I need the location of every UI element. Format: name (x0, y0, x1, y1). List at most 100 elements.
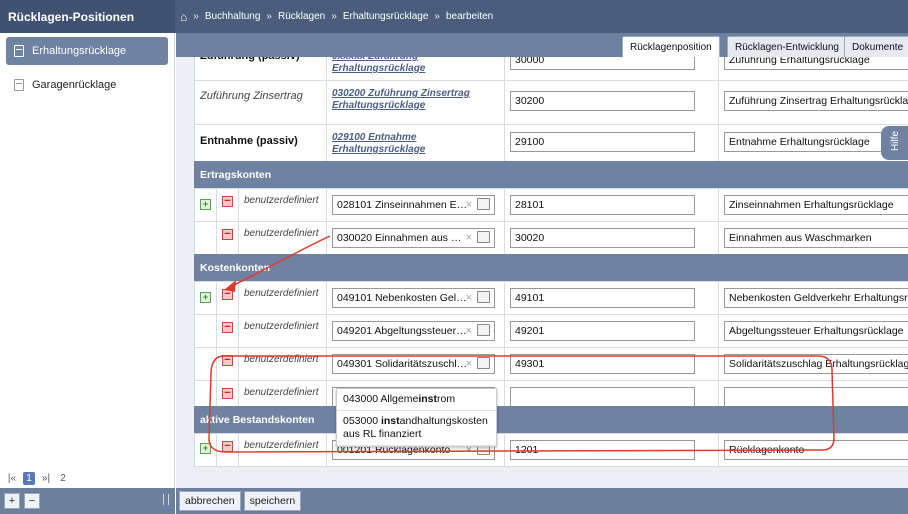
section-header-kostenkonten: Kostenkonten (194, 254, 908, 281)
tab-ruecklagen-entwicklung[interactable]: Rücklagen-Entwicklung (727, 36, 847, 57)
row-type: benutzerdefiniert (238, 433, 327, 467)
table-row: Zuführung Zinsertrag 030200 Zuführung Zi… (194, 80, 908, 125)
remove-item-button[interactable]: − (24, 493, 40, 509)
account-number-field[interactable]: 49301 (510, 354, 695, 374)
pager-page-1[interactable]: 1 (23, 471, 35, 485)
account-name-field[interactable]: Abgeltungssteuer Erhaltungsrücklage (724, 321, 908, 341)
home-icon[interactable]: ⌂ (180, 10, 187, 24)
sidebar-item-erhaltungsruecklage[interactable]: Erhaltungsrücklage (6, 37, 168, 65)
pager-last-button[interactable]: »| (40, 472, 52, 485)
tab-dokumente[interactable]: Dokumente (844, 36, 908, 57)
minus-icon[interactable]: − (222, 355, 233, 366)
account-number-field[interactable]: 49101 (510, 288, 695, 308)
add-item-button[interactable]: + (4, 493, 20, 509)
breadcrumb-separator: » (266, 11, 272, 22)
lookup-icon[interactable] (477, 231, 490, 243)
autocomplete-dropdown: 043000 Allgemeinstrom 053000 instandhalt… (336, 388, 497, 447)
account-number-field[interactable]: 30000 (510, 57, 695, 70)
bestandskonten-table: + − benutzerdefiniert 001201 Rücklagenko… (194, 433, 908, 467)
suggestion-item[interactable]: 053000 instandhaltungskosten aus RL fina… (337, 411, 496, 446)
document-icon (14, 79, 24, 91)
sidebar-item-label: Erhaltungsrücklage (32, 45, 127, 57)
account-name-field[interactable] (724, 387, 908, 407)
sidebar-footer: + − (0, 488, 175, 514)
pager-page-2[interactable]: 2 (57, 472, 69, 485)
account-link[interactable]: 029100 Entnahme Erhaltungsrücklage (332, 132, 425, 155)
table-row: + − benutzerdefiniert 001201 Rücklagenko… (194, 433, 908, 467)
tab-bar: Rücklagenposition Rücklagen-Entwicklung … (176, 33, 908, 57)
account-number-field[interactable]: 30200 (510, 91, 695, 111)
account-name-field[interactable]: Einnahmen aus Waschmarken (724, 228, 908, 248)
resize-handle[interactable] (163, 494, 169, 505)
suggestion-item[interactable]: 043000 Allgemeinstrom (337, 389, 496, 411)
table-row: − benutzerdefiniert 030020 Einnahmen aus… (194, 221, 908, 255)
breadcrumb-separator: » (331, 11, 337, 22)
suggestion-text: 043000 Allgeme (343, 393, 419, 405)
pager-first-button[interactable]: |« (6, 472, 18, 485)
breadcrumb-item-buchhaltung[interactable]: Buchhaltung (205, 11, 261, 22)
tab-ruecklagenposition[interactable]: Rücklagenposition (622, 36, 720, 57)
minus-icon[interactable]: − (222, 322, 233, 333)
clear-icon[interactable]: × (466, 292, 472, 304)
breadcrumb-item-erhaltungsruecklage[interactable]: Erhaltungsrücklage (343, 11, 429, 22)
breadcrumb-item-ruecklagen[interactable]: Rücklagen (278, 11, 325, 22)
sidebar-item-garagenruecklage[interactable]: Garagenrücklage (0, 71, 174, 99)
row-type: benutzerdefiniert (238, 221, 327, 255)
account-number-field[interactable] (510, 387, 695, 407)
ertragskonten-table: + − benutzerdefiniert 028101 Zinseinnahm… (194, 188, 908, 255)
account-select-value: 030020 Einnahmen aus … (337, 232, 462, 244)
plus-icon[interactable]: + (200, 199, 211, 210)
lookup-icon[interactable] (477, 324, 490, 336)
save-button[interactable]: speichern (243, 491, 302, 511)
clear-icon[interactable]: × (466, 325, 472, 337)
account-select[interactable]: 028101 Zinseinnahmen E… × (332, 195, 495, 215)
sidebar-pager: |« 1 »| 2 (0, 468, 175, 488)
row-label: Zuführung (passiv) (194, 57, 327, 81)
account-number-field[interactable]: 29100 (510, 132, 695, 152)
clear-icon[interactable]: × (466, 199, 472, 211)
suggestion-text: rom (436, 393, 456, 405)
account-name-field[interactable]: Zuführung Zinsertrag Erhaltungsrücklage (724, 91, 908, 111)
lookup-icon[interactable] (477, 198, 490, 210)
sidebar-item-label: Garagenrücklage (32, 79, 117, 91)
breadcrumb-separator: » (193, 11, 199, 22)
account-number-field[interactable]: 1201 (510, 440, 695, 460)
action-bar: abbrechen speichern (176, 488, 908, 514)
account-name-field[interactable]: Nebenkosten Geldverkehr Erhaltungsrückla… (724, 288, 908, 308)
account-select[interactable]: 030020 Einnahmen aus … × (332, 228, 495, 248)
clear-icon[interactable]: × (466, 232, 472, 244)
account-link[interactable]: 030200 Zuführung Zinsertrag Erhaltungsrü… (332, 88, 470, 111)
table-row: Zuführung (passiv) 0xxxxx Zuführung Erha… (194, 57, 908, 81)
minus-icon[interactable]: − (222, 196, 233, 207)
minus-icon[interactable]: − (222, 388, 233, 399)
account-number-field[interactable]: 28101 (510, 195, 695, 215)
cancel-button[interactable]: abbrechen (179, 491, 241, 511)
breadcrumb-separator: » (434, 11, 440, 22)
clear-icon[interactable]: × (466, 358, 472, 370)
minus-icon[interactable]: − (222, 229, 233, 240)
account-select[interactable]: 049301 Solidaritätszuschl… × (332, 354, 495, 374)
lookup-icon[interactable] (477, 357, 490, 369)
account-name-field[interactable]: Solidaritätszuschlag Erhaltungsrücklage (724, 354, 908, 374)
account-number-field[interactable]: 49201 (510, 321, 695, 341)
plus-icon[interactable]: + (200, 292, 211, 303)
table-row: − benutzerdefiniert 049201 Abgeltungsste… (194, 314, 908, 348)
account-name-field[interactable]: Rücklagenkonto (724, 440, 908, 460)
account-number-field[interactable]: 30020 (510, 228, 695, 248)
help-tab[interactable]: Hilfe (881, 126, 908, 160)
account-name-field[interactable]: Zinseinnahmen Erhaltungsrücklage (724, 195, 908, 215)
account-name-field[interactable]: Zuführung Erhaltungsrücklage (724, 57, 908, 70)
account-select[interactable]: 049101 Nebenkosten Gel… × (332, 288, 495, 308)
top-accounts-table: Zuführung (passiv) 0xxxxx Zuführung Erha… (194, 57, 908, 169)
account-select-value: 049301 Solidaritätszuschl… (337, 358, 468, 370)
minus-icon[interactable]: − (222, 289, 233, 300)
help-label: Hilfe (890, 130, 901, 151)
plus-icon[interactable]: + (200, 443, 211, 454)
sidebar: Erhaltungsrücklage Garagenrücklage (0, 33, 175, 514)
account-link[interactable]: 0xxxxx Zuführung Erhaltungsrücklage (332, 57, 425, 74)
lookup-icon[interactable] (477, 291, 490, 303)
account-select[interactable]: 049201 Abgeltungssteuer… × (332, 321, 495, 341)
breadcrumb: ⌂ » Buchhaltung » Rücklagen » Erhaltungs… (180, 0, 493, 33)
minus-icon[interactable]: − (222, 441, 233, 452)
account-select-value: 049201 Abgeltungssteuer… (337, 325, 467, 337)
